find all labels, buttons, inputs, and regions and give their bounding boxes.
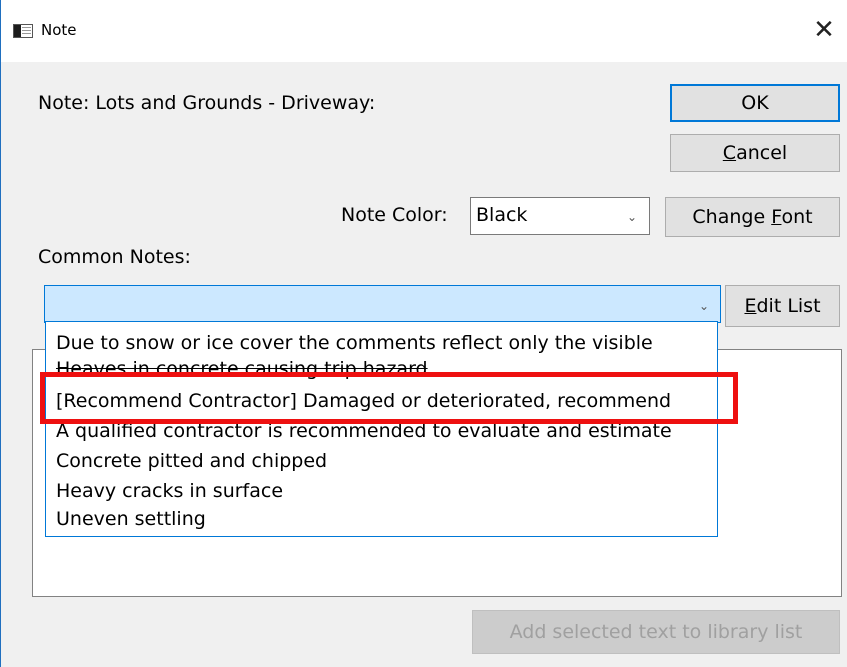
highlight-annotation-box [40,372,738,424]
edit-list-label-rest: dit List [756,295,821,317]
cancel-button[interactable]: Cancel [670,134,840,172]
dropdown-item[interactable]: Uneven settling [56,506,716,532]
close-icon[interactable]: ✕ [801,10,847,50]
dropdown-item[interactable]: Concrete pitted and chipped [56,448,716,474]
common-notes-label: Common Notes: [38,246,191,268]
common-notes-combobox[interactable]: ⌄ [44,285,721,323]
window-title: Note [41,21,77,39]
dropdown-item[interactable]: Heavy cracks in surface [56,478,716,504]
note-label: Note: Lots and Grounds - Driveway: [38,92,376,114]
edit-list-mnemonic: E [744,295,757,317]
chevron-down-icon: ⌄ [626,210,638,224]
note-dialog: Note ✕ Note: Lots and Grounds - Driveway… [0,0,847,667]
ok-button[interactable]: OK [670,84,840,122]
change-font-mnemonic: F [771,206,782,228]
note-color-select[interactable]: Black ⌄ [470,197,650,235]
common-notes-dropdown-list: Due to snow or ice cover the comments re… [45,321,718,537]
change-font-label-rest: ont [781,206,813,228]
cancel-label-rest: ancel [736,142,788,164]
chevron-down-icon[interactable]: ⌄ [697,299,711,313]
change-font-button[interactable]: Change Font [665,197,840,237]
dropdown-item[interactable]: Due to snow or ice cover the comments re… [56,330,716,356]
cancel-mnemonic: C [722,142,737,164]
add-to-library-button[interactable]: Add selected text to library list [472,610,840,654]
note-color-label: Note Color: [341,204,448,226]
edit-list-button[interactable]: Edit List [725,285,840,327]
window-app-icon [13,24,33,38]
title-bar[interactable]: Note ✕ [1,0,847,62]
change-font-label-prefix: Change [692,206,772,228]
note-color-value: Black [476,204,528,226]
